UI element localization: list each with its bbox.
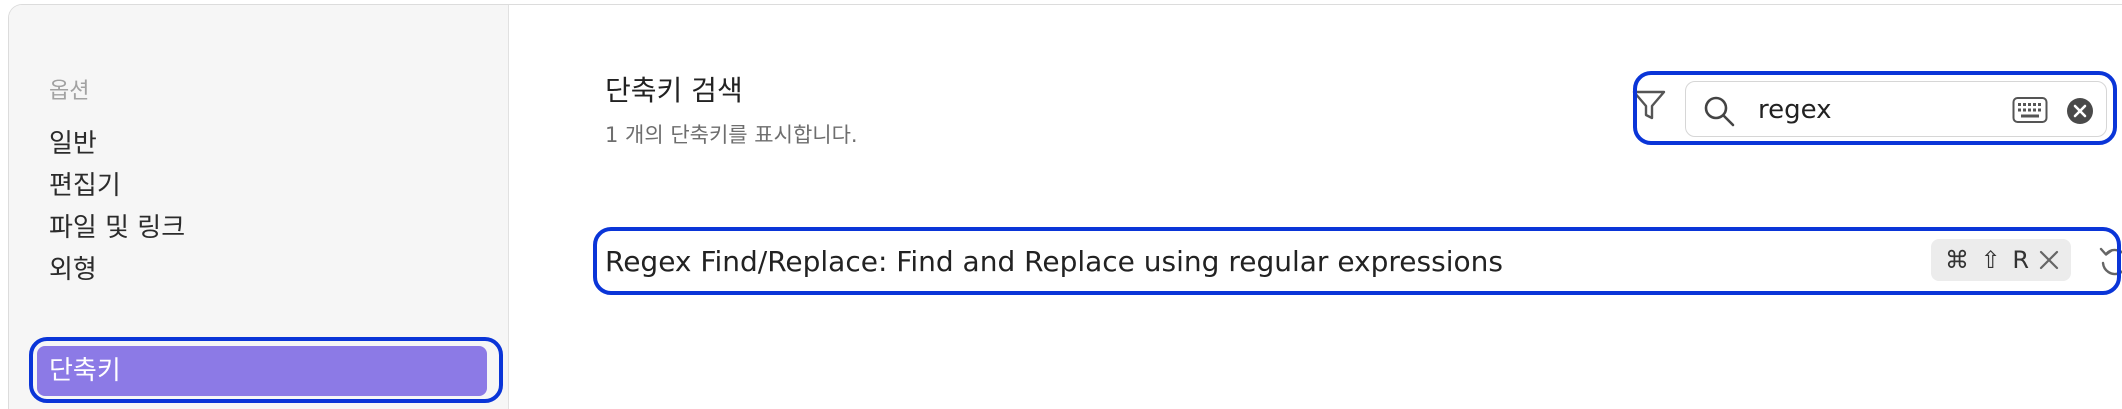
filter-button[interactable] — [1629, 85, 1669, 125]
settings-window: 옵션 일반 편집기 파일 및 링크 외형 단축키 단축키 검색 1 개의 단축키… — [8, 4, 2122, 409]
search-box — [1685, 81, 2107, 137]
main-panel: 단축키 검색 1 개의 단축키를 표시합니다. regex Regex Find… — [509, 5, 2122, 409]
keyboard-icon[interactable] — [2012, 96, 2048, 124]
sidebar-item-files-links[interactable]: 파일 및 링크 — [49, 208, 185, 248]
clear-icon[interactable] — [2066, 97, 2094, 125]
page-subtitle: 1 개의 단축키를 표시합니다. — [605, 123, 858, 147]
hotkey-keys: ⌘ ⇧ R — [1945, 246, 2032, 274]
search-icon — [1704, 96, 1735, 127]
sidebar-item-editor[interactable]: 편집기 — [49, 166, 121, 206]
search-input[interactable] — [1756, 90, 2000, 130]
page-title: 단축키 검색 — [605, 74, 743, 107]
sidebar-heading: 옵션 — [49, 79, 90, 104]
sidebar-item-appearance[interactable]: 외형 — [49, 250, 97, 290]
close-icon[interactable] — [2037, 248, 2061, 272]
sidebar: 옵션 일반 편집기 파일 및 링크 외형 단축키 — [9, 5, 509, 409]
sidebar-item-general[interactable]: 일반 — [49, 124, 97, 164]
hotkey-label: Regex Find/Replace: Find and Replace usi… — [605, 245, 1503, 278]
sidebar-item-hotkeys[interactable]: 단축키 — [37, 346, 487, 396]
filter-icon — [1632, 90, 1666, 120]
hotkey-chip: ⌘ ⇧ R — [1931, 239, 2071, 281]
hotkey-row: Regex Find/Replace: Find and Replace usi… — [605, 235, 2122, 291]
reset-icon[interactable] — [2097, 243, 2122, 279]
